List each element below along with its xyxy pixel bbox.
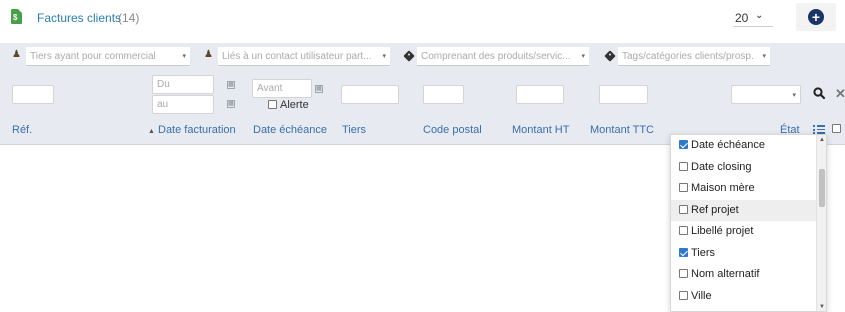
caret-down-icon: ▾ [182, 53, 186, 60]
caret-down-icon: ▾ [581, 53, 585, 60]
column-option-label: Tiers [691, 247, 716, 259]
status-filter-select[interactable]: ▾ [731, 85, 801, 104]
column-option-maison-mere[interactable]: Maison mère [671, 178, 817, 199]
caret-down-icon: ▾ [382, 53, 386, 60]
caret-down-icon: ▾ [762, 53, 766, 60]
amount-ttc-input[interactable] [599, 85, 648, 104]
alert-label: Alerte [280, 99, 309, 111]
postal-code-input[interactable] [423, 85, 464, 104]
date-to-placeholder: au [157, 99, 169, 110]
calendar-icon[interactable]: ▦ [227, 100, 235, 108]
new-invoice-button[interactable]: + [796, 3, 836, 31]
checkbox-unchecked[interactable] [679, 162, 688, 171]
date-from-placeholder: Du [157, 79, 170, 90]
column-header-code-postal[interactable]: Code postal [423, 124, 482, 136]
column-header-date-facturation[interactable]: ▲ Date facturation [148, 124, 236, 136]
tags-filter-select[interactable]: Tags/catégories clients/prosp. ▾ [618, 47, 770, 66]
scrollbar-thumb[interactable] [819, 169, 825, 207]
page-size-value: 20 [735, 11, 749, 25]
column-option-label: Date échéance [691, 139, 765, 151]
tiers-search-input[interactable] [341, 85, 399, 104]
commercial-filter-placeholder: Tiers ayant pour commercial [30, 51, 156, 62]
dropdown-scrollbar[interactable]: ▲ ▼ [816, 135, 826, 311]
checkbox-checked[interactable] [679, 248, 688, 257]
column-header-ref[interactable]: Réf. [12, 124, 32, 136]
products-filter-select[interactable]: Comprenant des produits/servic... ▾ [417, 47, 589, 66]
amount-ht-input[interactable] [516, 85, 564, 104]
invoice-document-icon: $ [11, 9, 22, 24]
column-option-tiers[interactable]: Tiers [671, 243, 817, 264]
tag-icon [604, 50, 616, 62]
select-all-checkbox[interactable] [832, 124, 841, 133]
calendar-icon[interactable]: ▦ [315, 85, 323, 93]
title-bar: $ Factures clients (14) 20 ⌄ + [0, 0, 845, 36]
caret-down-icon: ▾ [792, 92, 796, 99]
contact-filter-select[interactable]: Liés à un contact utilisateur part... ▾ [218, 47, 390, 66]
column-header-montant-ttc[interactable]: Montant TTC [590, 124, 654, 136]
column-header-tiers[interactable]: Tiers [342, 124, 366, 136]
scroll-up-arrow-icon[interactable]: ▲ [819, 137, 825, 143]
checkbox-unchecked[interactable] [679, 269, 688, 278]
column-option-label: Date closing [691, 161, 752, 173]
column-option-label: Maison mère [691, 182, 755, 194]
column-option-ville[interactable]: Ville [671, 286, 817, 307]
column-selector-list-icon[interactable] [813, 125, 825, 134]
sort-ascending-icon: ▲ [148, 128, 155, 135]
checkbox-unchecked[interactable] [679, 291, 688, 300]
column-option-label: Ref projet [691, 204, 739, 216]
tag-icon [403, 50, 415, 62]
column-option-nom-alternatif[interactable]: Nom alternatif [671, 264, 817, 285]
column-picker-dropdown: Date échéance Date closing Maison mère R… [670, 134, 827, 312]
chevron-down-icon: ⌄ [755, 10, 764, 21]
checkbox-unchecked[interactable] [679, 183, 688, 192]
checkbox-unchecked[interactable] [679, 226, 688, 235]
column-option-label: Nom alternatif [691, 268, 760, 280]
scroll-down-arrow-icon[interactable]: ▼ [819, 304, 825, 310]
alert-checkbox[interactable]: Alerte [268, 99, 309, 111]
ref-search-input[interactable] [12, 85, 54, 104]
checkbox-unchecked[interactable] [679, 205, 688, 214]
due-date-placeholder: Avant [257, 83, 283, 94]
due-date-input[interactable]: Avant [252, 79, 312, 98]
record-count: (14) [118, 11, 140, 25]
contact-filter-placeholder: Liés à un contact utilisateur part... [222, 51, 372, 62]
tags-filter-placeholder: Tags/catégories clients/prosp. [622, 51, 754, 62]
page-size-select[interactable]: 20 ⌄ [733, 9, 773, 27]
user-icon: ♟ [12, 49, 21, 60]
column-option-date-echeance[interactable]: Date échéance [671, 135, 817, 156]
column-option-label: Libellé projet [691, 225, 754, 237]
column-option-ref-projet[interactable]: Ref projet [671, 200, 817, 221]
column-header-montant-ht[interactable]: Montant HT [512, 124, 569, 136]
plus-circle-icon: + [808, 9, 824, 25]
column-option-label: Ville [691, 290, 712, 302]
search-icon[interactable] [813, 87, 825, 99]
column-option-libelle-projet[interactable]: Libellé projet [671, 221, 817, 242]
user-icon: ♟ [204, 49, 213, 60]
column-header-date-echeance[interactable]: Date échéance [253, 124, 327, 136]
clear-filters-icon[interactable]: ✕ [835, 86, 845, 102]
date-to-input[interactable]: au [152, 95, 214, 114]
column-option-date-closing[interactable]: Date closing [671, 157, 817, 178]
alert-checkbox-box[interactable] [268, 100, 277, 109]
commercial-filter-select[interactable]: Tiers ayant pour commercial ▾ [26, 47, 190, 66]
calendar-icon[interactable]: ▦ [227, 81, 235, 89]
products-filter-placeholder: Comprenant des produits/servic... [421, 51, 571, 62]
column-header-date-facturation-label: Date facturation [158, 124, 236, 136]
page-title[interactable]: Factures clients [37, 11, 121, 25]
checkbox-checked[interactable] [679, 140, 688, 149]
date-from-input[interactable]: Du [152, 75, 214, 94]
